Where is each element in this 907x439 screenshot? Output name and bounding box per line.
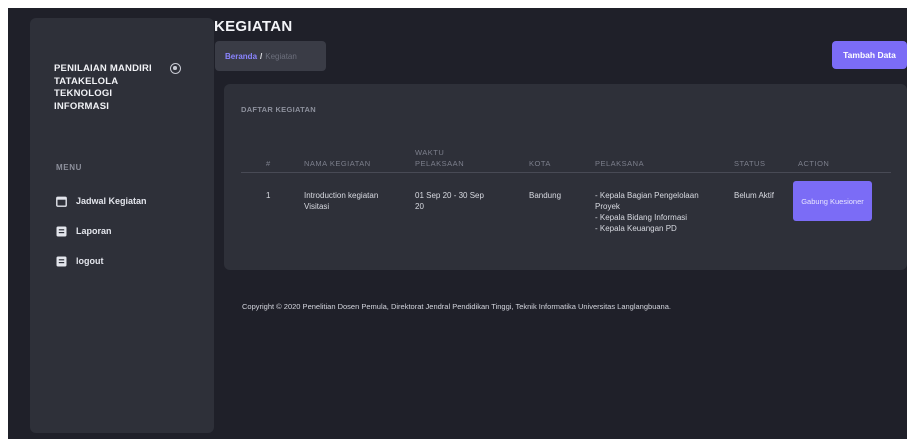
cell-kota: Bandung [529, 191, 562, 200]
page-title: KEGIATAN [214, 18, 293, 35]
breadcrumb-current: Kegiatan [265, 51, 297, 61]
sidebar-item-jadwal-kegiatan[interactable]: Jadwal Kegiatan [56, 194, 147, 208]
sidebar-item-label: Laporan [76, 226, 112, 236]
calendar-icon [56, 196, 67, 207]
brand-title: PENILAIAN MANDIRI TATAKELOLA TEKNOLOGI I… [54, 63, 152, 112]
cell-pelaksana-2: - Kepala Bidang Informasi [595, 213, 688, 222]
column-header-number: # [266, 159, 271, 168]
sidebar-item-logout[interactable]: logout [56, 254, 104, 268]
tambah-data-button[interactable]: Tambah Data [832, 41, 907, 69]
column-header-status: STATUS [734, 159, 766, 168]
document-icon [56, 256, 67, 267]
breadcrumb-separator: / [260, 51, 263, 61]
cell-pelaksana-1: - Kepala Bagian Pengelolaan Proyek [595, 191, 699, 211]
column-header-pelaksana: PELAKSANA [595, 159, 645, 168]
cell-pelaksana-3: - Kepala Keuangan PD [595, 224, 677, 233]
column-header-kota: KOTA [529, 159, 551, 168]
column-header-action: ACTION [798, 159, 830, 168]
document-icon [56, 226, 67, 237]
sidebar-toggle-icon[interactable] [170, 63, 181, 74]
menu-heading: MENU [56, 163, 82, 172]
breadcrumb: Beranda / Kegiatan [215, 41, 326, 71]
cell-status: Belum Aktif [734, 191, 775, 200]
sidebar-item-label: Jadwal Kegiatan [76, 196, 147, 206]
column-header-waktu: WAKTU PELAKSAAN [415, 148, 465, 168]
card-title: DAFTAR KEGIATAN [241, 105, 316, 114]
footer-copyright: Copyright © 2020 Penelitian Dosen Pemula… [242, 302, 671, 311]
kegiatan-card: DAFTAR KEGIATAN # NAMA KEGIATAN WAKTU PE… [224, 84, 907, 270]
column-header-nama: NAMA KEGIATAN [304, 159, 371, 168]
sidebar: PENILAIAN MANDIRI TATAKELOLA TEKNOLOGI I… [30, 18, 214, 433]
gabung-kuesioner-button[interactable]: Gabung Kuesioner [793, 181, 872, 221]
sidebar-item-label: logout [76, 256, 104, 266]
cell-waktu: 01 Sep 20 - 30 Sep 20 [415, 191, 484, 211]
app-canvas: PENILAIAN MANDIRI TATAKELOLA TEKNOLOGI I… [8, 8, 907, 439]
table-header-divider [241, 172, 891, 173]
breadcrumb-home-link[interactable]: Beranda [225, 52, 257, 61]
sidebar-item-laporan[interactable]: Laporan [56, 224, 112, 238]
cell-nama-kegiatan: Introduction kegiatan Visitasi [304, 191, 379, 211]
cell-number: 1 [266, 191, 271, 200]
